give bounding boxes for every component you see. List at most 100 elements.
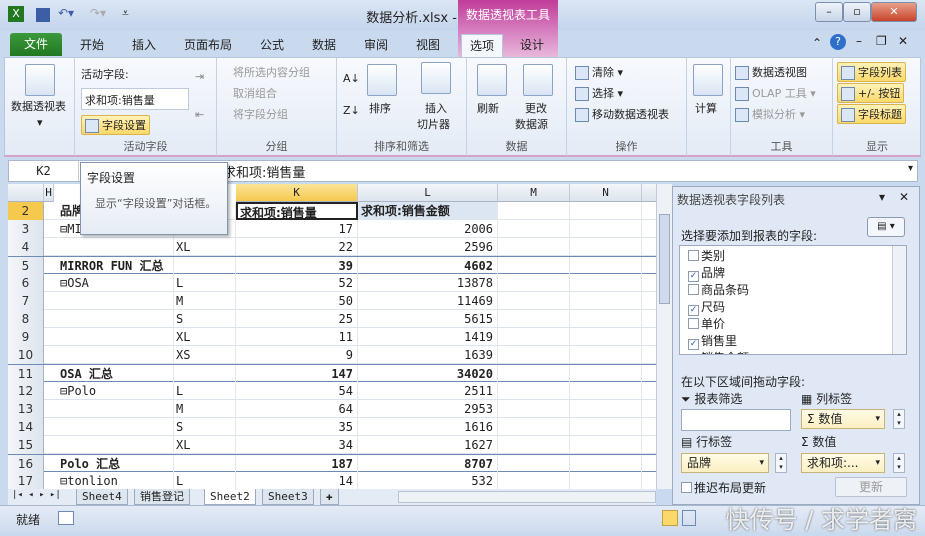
size-cell[interactable]: XL [174, 238, 236, 256]
field-list-scrollbar[interactable] [892, 246, 906, 354]
field-list-button[interactable]: 字段列表 [837, 62, 906, 82]
empty-cell[interactable] [570, 472, 642, 489]
brand-cell[interactable]: ⊟tonlion [54, 472, 174, 489]
empty-cell[interactable] [570, 220, 642, 238]
column-header[interactable]: N [570, 184, 642, 202]
value-field-dropdown[interactable]: 求和项:... ▾ [801, 453, 885, 473]
tab-design[interactable]: 设计 [512, 34, 552, 57]
layout-options-button[interactable]: ▤ ▾ [867, 217, 905, 237]
move-pivot-button[interactable]: 移动数据透视表 [575, 106, 669, 122]
sales-amount-cell[interactable]: 13878 [358, 274, 498, 292]
empty-cell[interactable] [570, 310, 642, 328]
sales-qty-cell[interactable]: 39 [236, 257, 358, 275]
sales-amount-cell[interactable]: 11469 [358, 292, 498, 310]
empty-cell[interactable] [570, 418, 642, 436]
row-number[interactable]: 10 [8, 346, 44, 364]
row-number[interactable]: 13 [8, 400, 44, 418]
brand-cell[interactable]: ⊟Polo [54, 382, 174, 400]
column-header[interactable] [642, 184, 656, 202]
select-all-corner[interactable] [8, 184, 44, 202]
brand-cell[interactable] [54, 292, 174, 310]
expand-field-icon[interactable]: ⇥ [195, 70, 204, 83]
page-layout-view-icon[interactable] [682, 510, 696, 526]
ungroup-button[interactable]: 取消组合 [233, 85, 277, 101]
sales-qty-cell[interactable]: 147 [236, 365, 358, 383]
row-number[interactable]: 8 [8, 310, 44, 328]
size-cell[interactable]: XS [174, 346, 236, 364]
tab-data[interactable]: 数据 [304, 34, 344, 57]
sales-qty-cell[interactable]: 9 [236, 346, 358, 364]
empty-cell[interactable] [498, 274, 570, 292]
sales-amount-cell[interactable]: 1419 [358, 328, 498, 346]
clear-button[interactable]: 清除 ▾ [575, 64, 623, 80]
sales-qty-cell[interactable]: 34 [236, 436, 358, 454]
sales-qty-cell[interactable]: 17 [236, 220, 358, 238]
empty-cell[interactable] [570, 202, 642, 220]
empty-cell[interactable] [498, 365, 570, 383]
sales-amount-cell[interactable]: 1616 [358, 418, 498, 436]
size-cell[interactable]: S [174, 310, 236, 328]
brand-cell[interactable]: MIRROR FUN 汇总 [54, 257, 174, 275]
sales-amount-cell[interactable]: 求和项:销售金额 [358, 202, 498, 220]
empty-cell[interactable] [498, 400, 570, 418]
empty-cell[interactable] [570, 292, 642, 310]
row-number[interactable]: 6 [8, 274, 44, 292]
sales-qty-cell[interactable]: 35 [236, 418, 358, 436]
calculate-icon[interactable] [693, 64, 723, 96]
row-number[interactable]: 16 [8, 455, 44, 473]
empty-cell[interactable] [498, 328, 570, 346]
sales-amount-cell[interactable]: 2511 [358, 382, 498, 400]
brand-cell[interactable] [54, 238, 174, 256]
tab-insert[interactable]: 插入 [124, 34, 164, 57]
group-selection-button[interactable]: 将所选内容分组 [233, 64, 310, 80]
horizontal-scrollbar[interactable] [398, 491, 656, 503]
minimize-ribbon-icon[interactable]: ⌃ [812, 36, 822, 50]
slicer-icon[interactable] [421, 62, 451, 94]
maximize-button[interactable]: ▫ [843, 2, 871, 22]
brand-cell[interactable] [54, 400, 174, 418]
sales-qty-cell[interactable]: 54 [236, 382, 358, 400]
pivot-chart-button[interactable]: 数据透视图 [735, 64, 807, 80]
empty-cell[interactable] [570, 365, 642, 383]
size-cell[interactable] [174, 365, 236, 383]
sales-amount-cell[interactable]: 2006 [358, 220, 498, 238]
row-field-dropdown[interactable]: 品牌 ▾ [681, 453, 769, 473]
column-field-spinner[interactable]: ▴ ▾ [893, 409, 905, 429]
filter-drop-area[interactable] [681, 409, 791, 431]
row-number[interactable]: 14 [8, 418, 44, 436]
size-cell[interactable]: L [174, 274, 236, 292]
row-number[interactable]: 7 [8, 292, 44, 310]
sales-amount-cell[interactable]: 4602 [358, 257, 498, 275]
column-header[interactable]: L [358, 184, 498, 202]
sales-amount-cell[interactable]: 1639 [358, 346, 498, 364]
formula-input[interactable]: 求和项:销售量 [223, 162, 305, 181]
empty-cell[interactable] [498, 238, 570, 256]
empty-cell[interactable] [498, 455, 570, 473]
sort-descending-icon[interactable]: Z↓ [343, 104, 360, 117]
empty-cell[interactable] [570, 400, 642, 418]
buttons-toggle[interactable]: +/- 按钮 [837, 83, 905, 103]
expand-formula-icon[interactable]: ▾ [908, 163, 913, 174]
sheet-tab-active[interactable]: Sheet2 [204, 489, 256, 505]
defer-update-checkbox[interactable]: 推迟布局更新 [681, 479, 766, 496]
active-field-input[interactable]: 求和项:销售量 [81, 88, 189, 110]
olap-button[interactable]: OLAP 工具 ▾ [735, 85, 816, 101]
row-number[interactable]: 2 [8, 202, 44, 220]
pane-close-icon[interactable]: ✕ [899, 190, 909, 204]
sales-qty-cell[interactable]: 11 [236, 328, 358, 346]
row-number[interactable]: 4 [8, 238, 44, 256]
sales-amount-cell[interactable]: 1627 [358, 436, 498, 454]
size-cell[interactable]: XL [174, 328, 236, 346]
calculate-button[interactable]: 计算 [695, 100, 717, 116]
tab-formulas[interactable]: 公式 [252, 34, 292, 57]
size-cell[interactable] [174, 455, 236, 473]
tab-home[interactable]: 开始 [72, 34, 112, 57]
empty-cell[interactable] [570, 346, 642, 364]
empty-cell[interactable] [570, 382, 642, 400]
doc-restore-icon[interactable]: ❐ [876, 34, 887, 48]
size-cell[interactable]: S [174, 418, 236, 436]
sales-qty-cell[interactable]: 50 [236, 292, 358, 310]
tab-review[interactable]: 审阅 [356, 34, 396, 57]
insert-slicer-label[interactable]: 切片器 [417, 116, 450, 132]
sales-amount-cell[interactable]: 34020 [358, 365, 498, 383]
